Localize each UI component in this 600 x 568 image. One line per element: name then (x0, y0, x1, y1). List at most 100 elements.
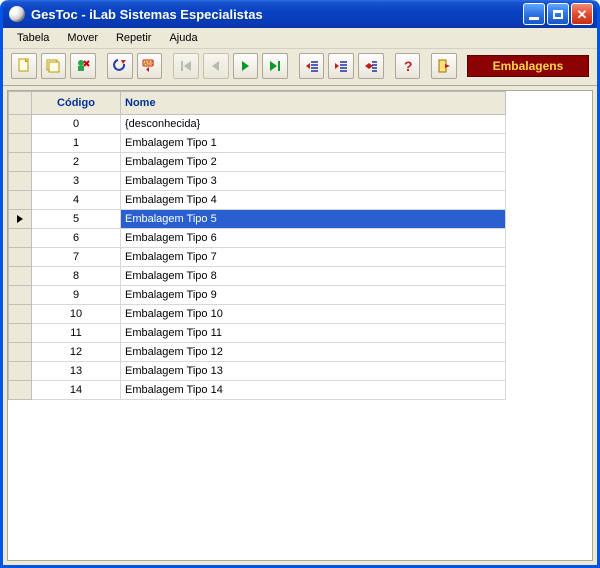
row-gutter[interactable] (9, 115, 32, 134)
cell-codigo[interactable]: 0 (32, 115, 121, 134)
row-gutter[interactable] (9, 210, 32, 229)
cell-nome[interactable]: Embalagem Tipo 11 (121, 324, 506, 343)
row-gutter[interactable] (9, 305, 32, 324)
cell-nome[interactable]: Embalagem Tipo 5 (121, 210, 506, 229)
next-button[interactable] (233, 53, 259, 79)
table-row[interactable]: 0{desconhecida} (9, 115, 506, 134)
cell-codigo[interactable]: 9 (32, 286, 121, 305)
table-row[interactable]: 10Embalagem Tipo 10 (9, 305, 506, 324)
content-area: Código Nome 0{desconhecida}1Embalagem Ti… (7, 90, 593, 561)
column-codigo[interactable]: Código (32, 92, 121, 115)
table-row[interactable]: 9Embalagem Tipo 9 (9, 286, 506, 305)
table-row[interactable]: 7Embalagem Tipo 7 (9, 248, 506, 267)
cell-codigo[interactable]: 5 (32, 210, 121, 229)
cell-codigo[interactable]: 4 (32, 191, 121, 210)
cell-nome[interactable]: Embalagem Tipo 7 (121, 248, 506, 267)
row-gutter[interactable] (9, 229, 32, 248)
delete-button[interactable] (70, 53, 96, 79)
last-button[interactable] (262, 53, 288, 79)
data-grid[interactable]: Código Nome 0{desconhecida}1Embalagem Ti… (8, 91, 506, 400)
last-icon (267, 58, 283, 74)
row-gutter[interactable] (9, 248, 32, 267)
table-row[interactable]: 14Embalagem Tipo 14 (9, 381, 506, 400)
cell-codigo[interactable]: 3 (32, 172, 121, 191)
records-button[interactable] (41, 53, 67, 79)
help-icon: ? (400, 58, 416, 74)
row-gutter[interactable] (9, 153, 32, 172)
help-button[interactable]: ? (395, 53, 421, 79)
exit-button[interactable] (431, 53, 457, 79)
cell-nome[interactable]: Embalagem Tipo 3 (121, 172, 506, 191)
cell-nome[interactable]: Embalagem Tipo 8 (121, 267, 506, 286)
document-add-icon (16, 58, 32, 74)
cell-nome[interactable]: Embalagem Tipo 6 (121, 229, 506, 248)
title-bar: GesToc - iLab Sistemas Especialistas (3, 0, 597, 28)
table-row[interactable]: 8Embalagem Tipo 8 (9, 267, 506, 286)
row-gutter[interactable] (9, 286, 32, 305)
row-gutter[interactable] (9, 172, 32, 191)
cell-nome[interactable]: Embalagem Tipo 10 (121, 305, 506, 324)
table-row[interactable]: 3Embalagem Tipo 3 (9, 172, 506, 191)
indent-button[interactable] (328, 53, 354, 79)
cell-codigo[interactable]: 14 (32, 381, 121, 400)
cell-codigo[interactable]: 2 (32, 153, 121, 172)
menu-tabela[interactable]: Tabela (9, 30, 57, 46)
maximize-button[interactable] (547, 3, 569, 25)
cell-codigo[interactable]: 10 (32, 305, 121, 324)
cell-codigo[interactable]: 1 (32, 134, 121, 153)
cell-nome[interactable]: Embalagem Tipo 12 (121, 343, 506, 362)
repeat-list-button[interactable] (358, 53, 384, 79)
tag-arrow-icon: ABC (141, 58, 157, 74)
menu-ajuda[interactable]: Ajuda (161, 30, 205, 46)
refresh-button[interactable] (107, 53, 133, 79)
menu-mover[interactable]: Mover (59, 30, 106, 46)
close-button[interactable] (571, 3, 593, 25)
cell-nome[interactable]: Embalagem Tipo 14 (121, 381, 506, 400)
row-gutter[interactable] (9, 134, 32, 153)
row-gutter[interactable] (9, 324, 32, 343)
cell-codigo[interactable]: 13 (32, 362, 121, 381)
table-row[interactable]: 13Embalagem Tipo 13 (9, 362, 506, 381)
window-buttons (523, 3, 593, 25)
first-button[interactable] (173, 53, 199, 79)
refresh-icon (112, 58, 128, 74)
outdent-button[interactable] (299, 53, 325, 79)
app-window: GesToc - iLab Sistemas Especialistas Tab… (0, 0, 600, 568)
table-row[interactable]: 6Embalagem Tipo 6 (9, 229, 506, 248)
row-gutter[interactable] (9, 381, 32, 400)
table-row[interactable]: 11Embalagem Tipo 11 (9, 324, 506, 343)
menu-bar: Tabela Mover Repetir Ajuda (3, 28, 597, 49)
row-gutter[interactable] (9, 362, 32, 381)
outdent-icon (304, 58, 320, 74)
minimize-button[interactable] (523, 3, 545, 25)
cell-codigo[interactable]: 7 (32, 248, 121, 267)
cell-nome[interactable]: Embalagem Tipo 9 (121, 286, 506, 305)
row-gutter[interactable] (9, 343, 32, 362)
prev-button[interactable] (203, 53, 229, 79)
tag-button[interactable]: ABC (137, 53, 163, 79)
app-icon (9, 6, 25, 22)
prev-icon (208, 58, 224, 74)
menu-repetir[interactable]: Repetir (108, 30, 159, 46)
row-gutter[interactable] (9, 267, 32, 286)
row-gutter[interactable] (9, 191, 32, 210)
column-gutter[interactable] (9, 92, 32, 115)
cell-nome[interactable]: Embalagem Tipo 4 (121, 191, 506, 210)
table-row[interactable]: 1Embalagem Tipo 1 (9, 134, 506, 153)
column-nome[interactable]: Nome (121, 92, 506, 115)
cell-nome[interactable]: Embalagem Tipo 2 (121, 153, 506, 172)
section-label: Embalagens (467, 55, 589, 77)
new-document-button[interactable] (11, 53, 37, 79)
cell-nome[interactable]: {desconhecida} (121, 115, 506, 134)
exit-door-icon (436, 58, 452, 74)
table-row[interactable]: 2Embalagem Tipo 2 (9, 153, 506, 172)
table-row[interactable]: 4Embalagem Tipo 4 (9, 191, 506, 210)
cell-codigo[interactable]: 11 (32, 324, 121, 343)
cell-nome[interactable]: Embalagem Tipo 13 (121, 362, 506, 381)
cell-codigo[interactable]: 12 (32, 343, 121, 362)
cell-codigo[interactable]: 8 (32, 267, 121, 286)
table-row[interactable]: 5Embalagem Tipo 5 (9, 210, 506, 229)
cell-nome[interactable]: Embalagem Tipo 1 (121, 134, 506, 153)
cell-codigo[interactable]: 6 (32, 229, 121, 248)
table-row[interactable]: 12Embalagem Tipo 12 (9, 343, 506, 362)
